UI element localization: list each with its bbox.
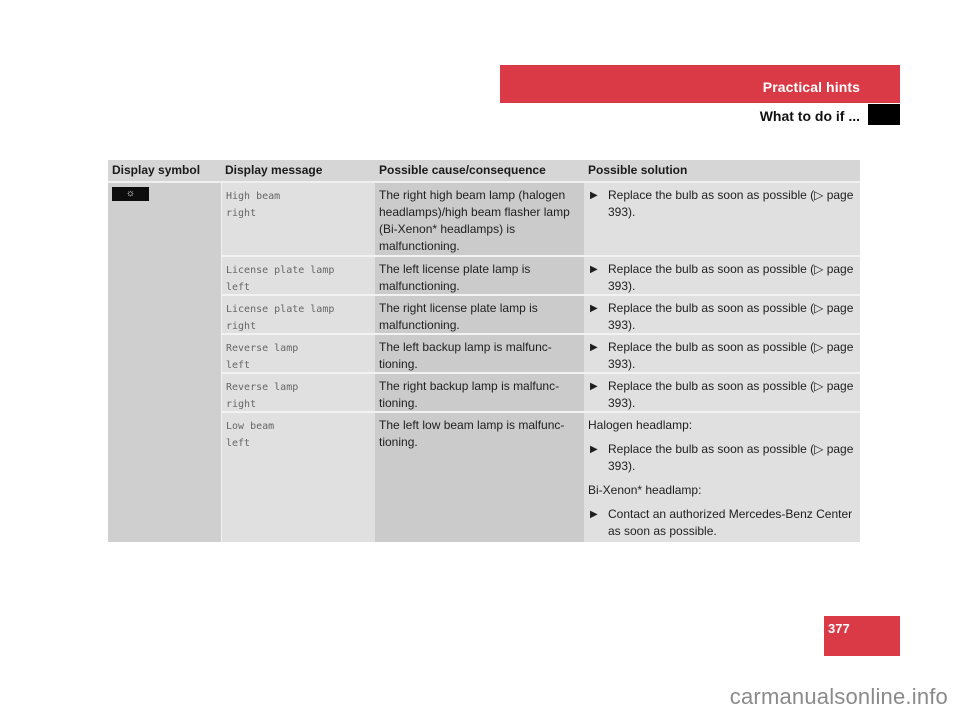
possible-solution-cell: ▶ Replace the bulb as soon as possible (▷… <box>584 257 860 294</box>
thumb-index-tab <box>868 104 900 125</box>
table-body: ☼ High beam right The right high beam lamp… <box>108 183 860 542</box>
table-rows: High beam right The right high beam lamp (… <box>221 183 860 542</box>
display-message-line: left <box>226 282 251 293</box>
column-header-display-message: Display message <box>225 163 323 177</box>
step-arrow-icon: ▶ <box>590 190 598 201</box>
possible-cause-cell: The right license plate lamp is malfunct… <box>375 296 584 333</box>
table-row: License plate lamp right The right license… <box>221 296 860 335</box>
solution-heading: Halogen headlamp: <box>588 418 693 432</box>
solution-step-text: Replace the bulb as soon as possible (▷ … <box>608 340 854 371</box>
possible-solution-cell: ▶ Replace the bulb as soon as possible (▷… <box>584 183 860 255</box>
page-number: 377 <box>828 621 850 636</box>
section-banner: Practical hints <box>500 65 900 103</box>
page-number-box: 377 <box>824 616 900 656</box>
solution-step-text: Contact an authorized Mercedes-Benz Cent… <box>608 507 853 538</box>
display-message-line: Reverse lamp <box>226 382 299 393</box>
table-row: License plate lamp left The left license p… <box>221 257 860 296</box>
display-message-line: right <box>226 399 257 410</box>
column-header-possible-cause: Possible cause/consequence <box>379 163 546 177</box>
display-message-line: License plate lamp <box>226 304 335 315</box>
solution-step-text: Replace the bulb as soon as possible (▷ … <box>608 188 854 219</box>
step-arrow-icon: ▶ <box>590 264 598 275</box>
table-row: Low beam left The left low beam lamp is ma… <box>221 413 860 542</box>
page-subtitle: What to do if ... <box>759 108 860 124</box>
solution-step: ▶ Contact an authorized Mercedes-Benz Cen… <box>588 506 856 540</box>
display-message-line: left <box>226 438 251 449</box>
symbol-cell: ☼ <box>108 183 221 542</box>
table-header: Display symbol Display message Possible … <box>108 160 860 183</box>
solution-step-text: Replace the bulb as soon as possible (▷ … <box>608 442 854 473</box>
step-arrow-icon: ▶ <box>590 509 598 520</box>
display-message-line: Low beam <box>226 421 275 432</box>
table-row: Reverse lamp left The left backup lamp is … <box>221 335 860 374</box>
display-message-line: License plate lamp <box>226 265 335 276</box>
display-message-line: right <box>226 208 257 219</box>
high-beam-lamp-icon: ☼ <box>112 187 149 201</box>
display-message-cell: Reverse lamp right <box>221 374 375 411</box>
display-message-line: left <box>226 360 251 371</box>
solution-step: ▶ Replace the bulb as soon as possible (▷… <box>588 339 856 373</box>
column-header-possible-solution: Possible solution <box>588 163 688 177</box>
possible-solution-cell: ▶ Replace the bulb as soon as possible (▷… <box>584 296 860 333</box>
display-message-cell: Low beam left <box>221 413 375 542</box>
possible-cause-cell: The right backup lamp is malfunc-tioning… <box>375 374 584 411</box>
table-row: Reverse lamp right The right backup lamp i… <box>221 374 860 413</box>
section-title: Practical hints <box>762 79 860 95</box>
solution-step-text: Replace the bulb as soon as possible (▷ … <box>608 379 854 410</box>
display-message-line: High beam <box>226 191 281 202</box>
display-message-line: right <box>226 321 257 332</box>
solution-step-text: Replace the bulb as soon as possible (▷ … <box>608 301 854 332</box>
solution-heading: Bi-Xenon* headlamp: <box>588 483 702 497</box>
step-arrow-icon: ▶ <box>590 444 598 455</box>
possible-solution-cell: Halogen headlamp: ▶ Replace the bulb as so… <box>584 413 860 542</box>
table-row: High beam right The right high beam lamp (… <box>221 183 860 257</box>
step-arrow-icon: ▶ <box>590 342 598 353</box>
solution-step-text: Replace the bulb as soon as possible (▷ … <box>608 262 854 293</box>
display-messages-table: Display symbol Display message Possible … <box>108 160 860 542</box>
display-message-cell: Reverse lamp left <box>221 335 375 372</box>
step-arrow-icon: ▶ <box>590 381 598 392</box>
solution-step: ▶ Replace the bulb as soon as possible (▷… <box>588 187 856 221</box>
solution-step: ▶ Replace the bulb as soon as possible (▷… <box>588 261 856 295</box>
display-message-cell: License plate lamp right <box>221 296 375 333</box>
column-header-display-symbol: Display symbol <box>112 163 201 177</box>
display-message-line: Reverse lamp <box>226 343 299 354</box>
possible-cause-cell: The left license plate lamp is malfuncti… <box>375 257 584 294</box>
possible-solution-cell: ▶ Replace the bulb as soon as possible (▷… <box>584 335 860 372</box>
possible-cause-cell: The left backup lamp is malfunc-tioning. <box>375 335 584 372</box>
solution-step: ▶ Replace the bulb as soon as possible (▷… <box>588 441 856 475</box>
watermark: carmanualsonline.info <box>729 684 948 709</box>
possible-cause-cell: The left low beam lamp is malfunc-tionin… <box>375 413 584 542</box>
step-arrow-icon: ▶ <box>590 303 598 314</box>
solution-step: ▶ Replace the bulb as soon as possible (▷… <box>588 300 856 334</box>
possible-cause-cell: The right high beam lamp (halogen headla… <box>375 183 584 255</box>
display-message-cell: High beam right <box>221 183 375 255</box>
solution-step: ▶ Replace the bulb as soon as possible (▷… <box>588 378 856 412</box>
possible-solution-cell: ▶ Replace the bulb as soon as possible (▷… <box>584 374 860 411</box>
display-message-cell: License plate lamp left <box>221 257 375 294</box>
